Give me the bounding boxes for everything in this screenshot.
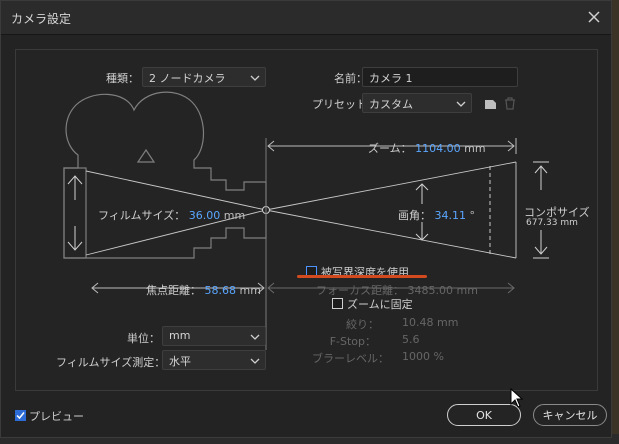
- close-icon: [588, 11, 600, 23]
- aperture-value: 10.48 mm: [402, 316, 459, 329]
- mouse-cursor-icon: [510, 388, 524, 408]
- type-select-value: 2 ノードカメラ: [149, 72, 226, 85]
- chevron-down-icon: [250, 358, 260, 364]
- focus-distance-value: 3485.00 mm: [407, 284, 478, 297]
- blur-value: 1000 %: [402, 350, 444, 363]
- measure-label: フィルムサイズ測定：: [56, 356, 166, 369]
- fstop-label: F-Stop：: [329, 335, 376, 348]
- measure-select[interactable]: 水平: [162, 350, 266, 370]
- focal-length-readout: 焦点距離： 58.68 mm: [146, 282, 261, 298]
- film-size-unit: mm: [223, 209, 246, 222]
- focal-length-value[interactable]: 58.68: [205, 284, 237, 297]
- zoom-value[interactable]: 1104.00: [415, 142, 461, 155]
- camera-settings-dialog: カメラ設定 種類： 2 ノードカメラ 名前： カメラ 1 プリセット： カスタム…: [0, 0, 612, 438]
- title-bar: カメラ設定: [1, 1, 611, 35]
- blur-label: ブラーレベル：: [312, 352, 389, 365]
- zoom-unit: mm: [464, 142, 486, 155]
- highlight-underline: [297, 275, 427, 278]
- lock-zoom-label: ズームに固定: [347, 298, 413, 311]
- delete-preset-button[interactable]: [502, 95, 518, 111]
- chevron-down-icon: [250, 334, 260, 340]
- save-preset-button[interactable]: [482, 95, 498, 111]
- type-label: 種類：: [106, 72, 139, 85]
- zoom-label: ズーム：: [368, 142, 412, 155]
- check-icon: [16, 412, 25, 420]
- preset-select-value: カスタム: [369, 98, 413, 111]
- dialog-title: カメラ設定: [11, 12, 72, 26]
- aperture-label: 絞り：: [346, 318, 379, 331]
- angle-readout: 画角： 34.11 °: [398, 207, 475, 223]
- film-size-value[interactable]: 36.00: [189, 209, 221, 222]
- close-button[interactable]: [585, 8, 603, 26]
- trash-icon: [505, 96, 515, 110]
- fstop-value: 5.6: [402, 333, 420, 346]
- chevron-down-icon: [456, 101, 466, 107]
- unit-select[interactable]: mm: [162, 326, 266, 346]
- film-size-readout: フィルムサイズ： 36.00 mm: [98, 207, 245, 223]
- chevron-down-icon: [250, 75, 260, 81]
- angle-value[interactable]: 34.11: [435, 209, 467, 222]
- lock-zoom-checkbox[interactable]: [332, 298, 343, 309]
- film-size-label: フィルムサイズ：: [98, 209, 186, 222]
- preview-label: プレビュー: [29, 410, 84, 423]
- cancel-button[interactable]: キャンセル: [533, 404, 607, 426]
- name-field[interactable]: カメラ 1: [362, 67, 518, 87]
- focal-length-label: 焦点距離：: [146, 284, 201, 297]
- type-select[interactable]: 2 ノードカメラ: [142, 67, 266, 87]
- preset-select[interactable]: カスタム: [362, 93, 472, 113]
- angle-label: 画角：: [398, 209, 431, 222]
- focal-length-unit: mm: [239, 284, 261, 297]
- unit-select-value: mm: [169, 329, 191, 342]
- preview-checkbox[interactable]: [15, 410, 26, 421]
- measure-select-value: 水平: [169, 355, 191, 368]
- angle-unit: °: [469, 209, 476, 222]
- new-preset-icon: [484, 99, 496, 109]
- unit-label: 単位：: [127, 332, 160, 345]
- comp-size-value: 677.33 mm: [526, 218, 578, 228]
- zoom-readout: ズーム： 1104.00 mm: [368, 140, 486, 156]
- settings-panel: 種類： 2 ノードカメラ 名前： カメラ 1 プリセット： カスタム ズーム： …: [15, 49, 598, 391]
